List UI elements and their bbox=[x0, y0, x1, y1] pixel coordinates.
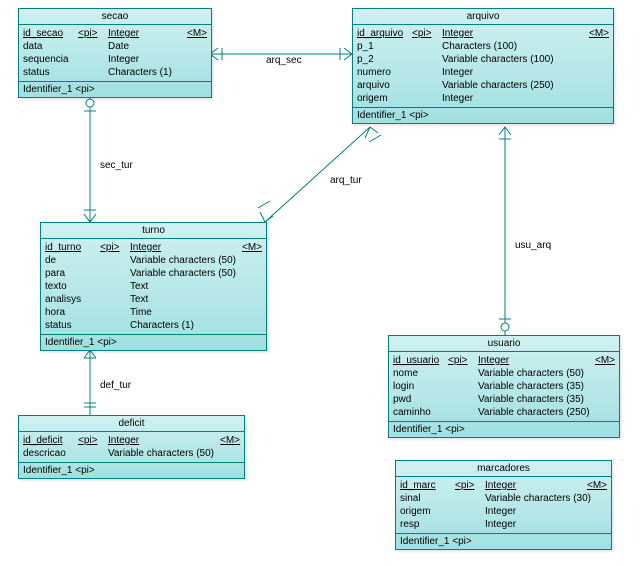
attr-type: Integer bbox=[108, 53, 183, 66]
attr-m: <M> bbox=[583, 479, 607, 492]
attr-type: Integer bbox=[442, 27, 585, 40]
attr-type: Text bbox=[130, 293, 238, 306]
attr-m: <M> bbox=[216, 434, 240, 447]
attr-name: data bbox=[23, 40, 78, 53]
attr-name: para bbox=[45, 267, 100, 280]
attr-m: <M> bbox=[183, 27, 207, 40]
entity-identifier: Identifier_1 <pi> bbox=[41, 335, 266, 350]
attr-type: Variable characters (50) bbox=[108, 447, 216, 460]
rel-label-arq-sec: arq_sec bbox=[266, 55, 302, 66]
attr-type: Integer bbox=[130, 241, 238, 254]
attr-m: <M> bbox=[591, 354, 615, 367]
attr-type: Integer bbox=[442, 92, 585, 105]
attr-name: origem bbox=[400, 505, 455, 518]
attr-type: Variable characters (35) bbox=[478, 380, 591, 393]
entity-attributes: id_deficit<pi>Integer<M> descricao Variab… bbox=[19, 432, 244, 463]
entity-identifier: Identifier_1 <pi> bbox=[396, 534, 611, 549]
attr-type: Date bbox=[108, 40, 183, 53]
attr-type: Characters (1) bbox=[108, 66, 183, 79]
entity-secao: secao id_secao<pi>Integer<M> data Date se… bbox=[18, 8, 212, 98]
attr-name: analisys bbox=[45, 293, 100, 306]
entity-turno: turno id_turno<pi>Integer<M> de Variable … bbox=[40, 222, 267, 351]
attr-name: sinal bbox=[400, 492, 455, 505]
attr-name: id_usuario bbox=[393, 354, 448, 367]
attr-type: Variable characters (30) bbox=[485, 492, 591, 505]
entity-identifier: Identifier_1 <pi> bbox=[19, 463, 244, 478]
attr-type: Characters (1) bbox=[130, 319, 238, 332]
attr-type: Integer bbox=[108, 434, 216, 447]
attr-type: Characters (100) bbox=[442, 40, 585, 53]
attr-name: numero bbox=[357, 66, 412, 79]
attr-type: Variable characters (250) bbox=[478, 406, 591, 419]
attr-pi: <pi> bbox=[100, 241, 130, 254]
attr-name: sequencia bbox=[23, 53, 78, 66]
entity-title: arquivo bbox=[353, 9, 613, 25]
attr-name: id_marc bbox=[400, 479, 455, 492]
attr-type: Integer bbox=[485, 518, 583, 531]
attr-name: hora bbox=[45, 306, 100, 319]
attr-type: Variable characters (100) bbox=[442, 53, 585, 66]
attr-name: status bbox=[23, 66, 78, 79]
entity-attributes: id_secao<pi>Integer<M> data Date sequenci… bbox=[19, 25, 211, 82]
attr-type: Integer bbox=[108, 27, 183, 40]
attr-name: arquivo bbox=[357, 79, 412, 92]
attr-type: Variable characters (50) bbox=[130, 254, 238, 267]
rel-label-sec-tur: sec_tur bbox=[100, 160, 133, 171]
attr-name: id_deficit bbox=[23, 434, 78, 447]
entity-title: marcadores bbox=[396, 461, 611, 477]
attr-type: Variable characters (250) bbox=[442, 79, 585, 92]
attr-name: p_2 bbox=[357, 53, 412, 66]
entity-attributes: id_usuario<pi>Integer<M> nome Variable ch… bbox=[389, 352, 619, 422]
attr-name: id_turno bbox=[45, 241, 100, 254]
attr-name: status bbox=[45, 319, 100, 332]
attr-pi: <pi> bbox=[412, 27, 442, 40]
entity-attributes: id_turno<pi>Integer<M> de Variable charac… bbox=[41, 239, 266, 335]
attr-name: resp bbox=[400, 518, 455, 531]
attr-name: origem bbox=[357, 92, 412, 105]
attr-type: Integer bbox=[485, 479, 583, 492]
attr-type: Variable characters (35) bbox=[478, 393, 591, 406]
attr-pi: <pi> bbox=[78, 434, 108, 447]
attr-name: nome bbox=[393, 367, 448, 380]
entity-deficit: deficit id_deficit<pi>Integer<M> descric… bbox=[18, 415, 245, 479]
attr-type: Time bbox=[130, 306, 238, 319]
entity-identifier: Identifier_1 <pi> bbox=[389, 422, 619, 437]
attr-name: id_arquivo bbox=[357, 27, 412, 40]
entity-attributes: id_marc<pi>Integer<M> sinalVariable char… bbox=[396, 477, 611, 534]
attr-name: login bbox=[393, 380, 448, 393]
entity-attributes: id_arquivo<pi>Integer<M> p_1Characters (… bbox=[353, 25, 613, 108]
attr-type: Variable characters (50) bbox=[130, 267, 238, 280]
entity-title: turno bbox=[41, 223, 266, 239]
entity-title: deficit bbox=[19, 416, 244, 432]
entity-identifier: Identifier_1 <pi> bbox=[19, 82, 211, 97]
attr-name: id_secao bbox=[23, 27, 78, 40]
attr-name: texto bbox=[45, 280, 100, 293]
rel-label-def-tur: def_tur bbox=[100, 380, 131, 391]
attr-pi: <pi> bbox=[78, 27, 108, 40]
rel-label-arq-tur: arq_tur bbox=[330, 175, 362, 186]
attr-name: descricao bbox=[23, 447, 78, 460]
attr-name: caminho bbox=[393, 406, 448, 419]
rel-label-usu-arq: usu_arq bbox=[515, 240, 551, 251]
attr-type: Integer bbox=[485, 505, 583, 518]
entity-marcadores: marcadores id_marc<pi>Integer<M> sinalVa… bbox=[395, 460, 612, 550]
attr-type: Integer bbox=[478, 354, 591, 367]
attr-name: pwd bbox=[393, 393, 448, 406]
attr-name: p_1 bbox=[357, 40, 412, 53]
entity-arquivo: arquivo id_arquivo<pi>Integer<M> p_1Char… bbox=[352, 8, 614, 124]
entity-title: secao bbox=[19, 9, 211, 25]
attr-m: <M> bbox=[238, 241, 262, 254]
attr-type: Variable characters (50) bbox=[478, 367, 591, 380]
entity-title: usuario bbox=[389, 336, 619, 352]
entity-identifier: Identifier_1 <pi> bbox=[353, 108, 613, 123]
attr-name: de bbox=[45, 254, 100, 267]
attr-type: Integer bbox=[442, 66, 585, 79]
attr-pi: <pi> bbox=[448, 354, 478, 367]
entity-usuario: usuario id_usuario<pi>Integer<M> nome Var… bbox=[388, 335, 620, 438]
attr-pi: <pi> bbox=[455, 479, 485, 492]
attr-type: Text bbox=[130, 280, 238, 293]
attr-m: <M> bbox=[585, 27, 609, 40]
